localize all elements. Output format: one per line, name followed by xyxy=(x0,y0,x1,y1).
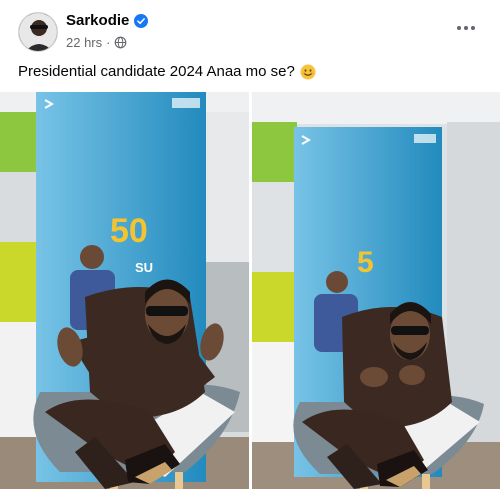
photo-left[interactable]: 50 SU xyxy=(0,92,249,489)
author-name[interactable]: Sarkodie xyxy=(66,12,149,29)
post-time[interactable]: 22 hrs xyxy=(66,35,102,50)
more-options-dot xyxy=(471,26,475,30)
banner-subtext: SU xyxy=(135,260,153,275)
banner-number: 5 xyxy=(357,246,374,279)
post-message: Presidential candidate 2024 Anaa mo se? xyxy=(18,63,295,80)
verified-badge-icon xyxy=(134,13,149,28)
post-header: Sarkodie 22 hrs · xyxy=(0,0,500,60)
meta-separator: · xyxy=(106,35,111,50)
more-options-icon xyxy=(457,26,461,30)
post-meta: 22 hrs · xyxy=(66,35,127,50)
more-options-button[interactable] xyxy=(452,20,480,36)
more-options-dot xyxy=(464,26,468,30)
banner-number: 50 xyxy=(110,212,148,250)
post-text: Presidential candidate 2024 Anaa mo se? xyxy=(18,63,316,80)
smiling-face-emoji xyxy=(300,64,316,79)
post-photos: 50 SU 5 xyxy=(0,92,500,489)
avatar[interactable] xyxy=(18,12,58,52)
globe-icon[interactable] xyxy=(114,36,127,49)
photo-right[interactable]: 5 xyxy=(252,92,500,489)
author-name-label[interactable]: Sarkodie xyxy=(66,12,129,29)
